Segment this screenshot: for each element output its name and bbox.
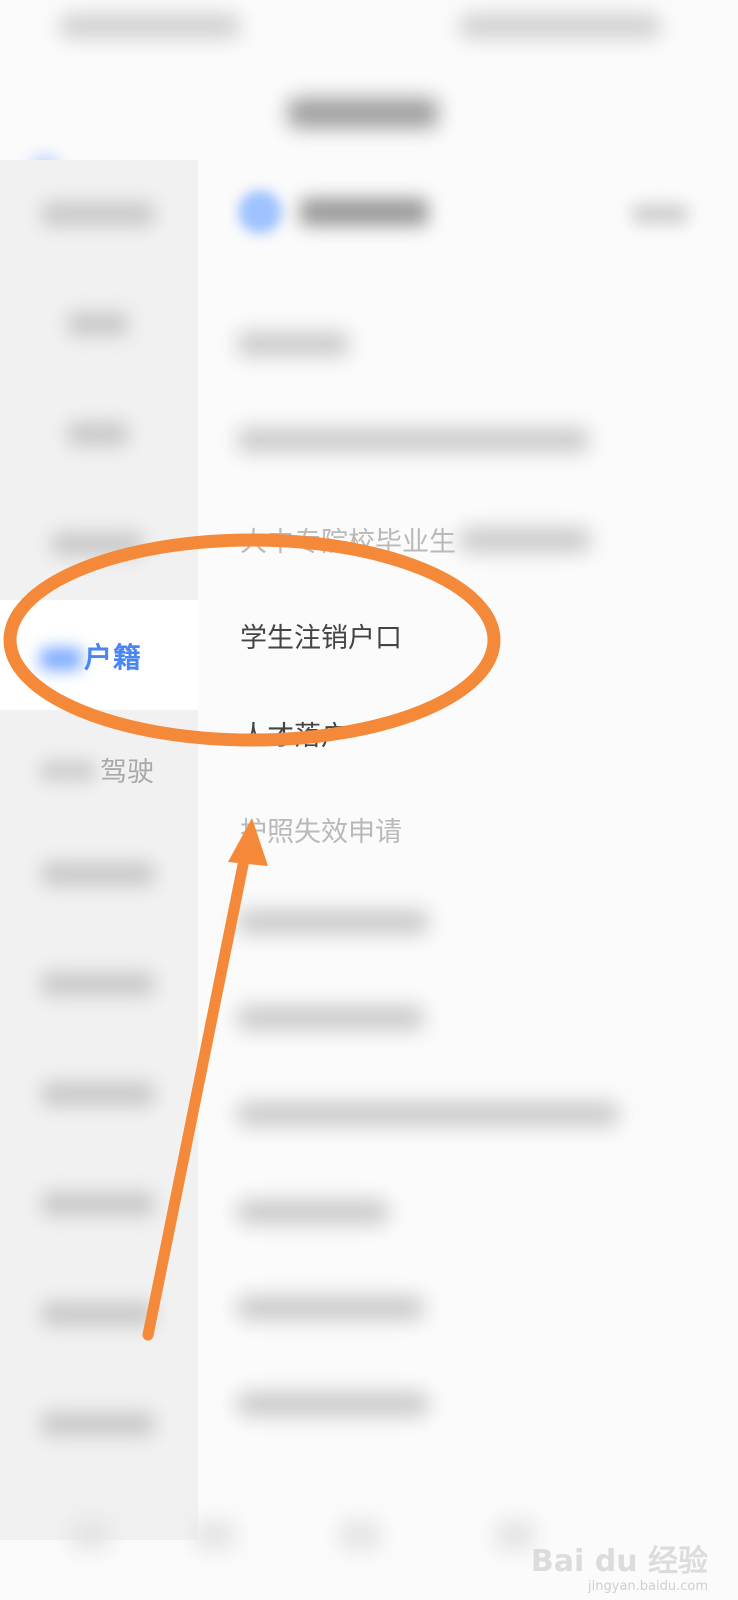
- watermark-brand: Bai du 经验: [530, 1544, 708, 1579]
- highlight-ellipse: [3, 533, 501, 747]
- watermark-url: jingyan.baidu.com: [588, 1579, 708, 1594]
- pointer-arrow-shaft: [142, 844, 252, 1341]
- pointer-arrow-head: [228, 818, 268, 866]
- annotation-overlay: [3, 533, 501, 1341]
